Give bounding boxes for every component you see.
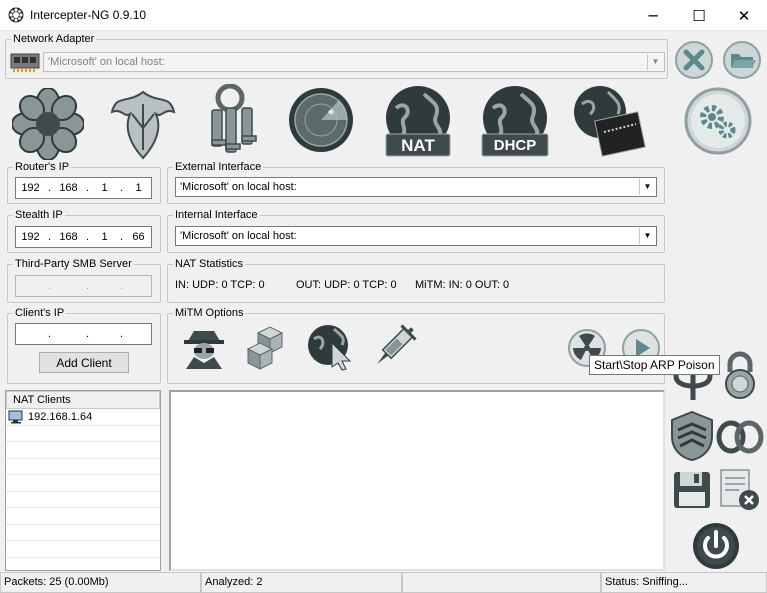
routers-ip-legend: Router's IP: [15, 161, 70, 173]
network-card-icon: [10, 53, 40, 72]
list-item: [6, 475, 160, 492]
stealth-ip-input[interactable]: 192. 168. 1. 66: [15, 226, 152, 248]
ip-octet: 192: [21, 231, 40, 243]
app-logo-icon: [8, 7, 24, 23]
window-title: Intercepter-NG 0.9.10: [30, 8, 147, 22]
smb-server-legend: Third-Party SMB Server: [15, 258, 132, 270]
stop-button[interactable]: [674, 40, 714, 80]
list-item: [6, 459, 160, 475]
padlock-icon[interactable]: [720, 350, 760, 400]
maximize-button[interactable]: ☐: [676, 0, 722, 31]
syringe-icon[interactable]: [368, 321, 420, 373]
nat-clients-header[interactable]: NAT Clients: [6, 391, 160, 409]
clients-ip-input[interactable]: ...: [15, 323, 152, 345]
add-client-button[interactable]: Add Client: [39, 352, 129, 373]
list-item: [6, 525, 160, 541]
status-analyzed: Analyzed: 2: [201, 572, 402, 593]
nat-stat-out: OUT: UDP: 0 TCP: 0: [296, 279, 397, 291]
phoenix-icon[interactable]: [108, 84, 178, 162]
keys-icon[interactable]: [204, 84, 266, 158]
list-item: [6, 492, 160, 508]
ip-octet: 66: [132, 231, 145, 243]
title-bar: Intercepter-NG 0.9.10 ─ ☐ ✕: [0, 0, 767, 31]
arp-poison-tooltip: Start\Stop ARP Poison: [589, 355, 720, 375]
clients-ip-legend: Client's IP: [15, 307, 65, 319]
shield-icon[interactable]: [668, 410, 716, 462]
rings-icon[interactable]: [716, 418, 764, 456]
status-text: Status: Sniffing...: [601, 572, 767, 593]
ip-octet: 1: [101, 231, 108, 243]
network-adapter-value: 'Microsoft' on local host:: [48, 56, 165, 68]
list-item: [6, 508, 160, 525]
log-output-area[interactable]: [169, 390, 665, 571]
ip-octet: 1: [101, 182, 108, 194]
network-terminal-icon[interactable]: [570, 82, 646, 160]
internal-interface-select[interactable]: 'Microsoft' on local host: ▼: [175, 226, 657, 246]
nat-clients-list: NAT Clients 192.168.1.64: [5, 390, 161, 571]
globe-cursor-icon[interactable]: [306, 323, 354, 371]
spy-icon[interactable]: [180, 323, 228, 371]
list-item: [6, 442, 160, 459]
ip-octet: 192: [21, 182, 40, 194]
ip-octet: 1: [135, 182, 142, 194]
network-adapter-legend: Network Adapter: [13, 33, 95, 45]
open-folder-button[interactable]: [722, 40, 762, 80]
chevron-down-icon: ▼: [647, 54, 663, 70]
network-adapter-select[interactable]: 'Microsoft' on local host: ▼: [43, 52, 665, 72]
computer-icon: [8, 410, 23, 424]
mitm-options-legend: MiTM Options: [175, 307, 244, 319]
radar-icon[interactable]: [287, 86, 355, 154]
minimize-button[interactable]: ─: [630, 0, 676, 31]
ip-octet: 168: [59, 231, 78, 243]
close-button[interactable]: ✕: [721, 0, 767, 31]
settings-gears-button[interactable]: [684, 87, 752, 155]
power-button[interactable]: [692, 522, 740, 570]
status-packets: Packets: 25 (0.00Mb): [0, 572, 201, 593]
clear-log-icon[interactable]: [719, 466, 761, 512]
flower-sniffer-icon[interactable]: [12, 88, 84, 160]
internal-interface-legend: Internal Interface: [175, 209, 258, 221]
cubes-icon[interactable]: [244, 323, 292, 371]
external-interface-select[interactable]: 'Microsoft' on local host: ▼: [175, 177, 657, 197]
nat-label: NAT: [401, 136, 435, 155]
nat-client-ip: 192.168.1.64: [28, 410, 93, 423]
nat-statistics-legend: NAT Statistics: [175, 258, 244, 270]
stealth-ip-legend: Stealth IP: [15, 209, 63, 221]
nat-stat-in: IN: UDP: 0 TCP: 0: [175, 279, 265, 291]
chevron-down-icon: ▼: [639, 179, 655, 195]
list-item: [6, 426, 160, 442]
external-interface-value: 'Microsoft' on local host:: [180, 181, 297, 193]
save-disk-icon[interactable]: [672, 470, 712, 510]
ip-octet: 168: [59, 182, 78, 194]
dhcp-label: DHCP: [493, 137, 537, 154]
routers-ip-input[interactable]: 192. 168. 1. 1: [15, 177, 152, 199]
external-interface-legend: External Interface: [175, 161, 262, 173]
smb-server-input[interactable]: ...: [15, 275, 152, 297]
list-item[interactable]: 192.168.1.64: [6, 409, 160, 426]
status-empty: [402, 572, 601, 593]
internal-interface-value: 'Microsoft' on local host:: [180, 230, 297, 242]
list-item: [6, 541, 160, 558]
chevron-down-icon: ▼: [639, 228, 655, 244]
nat-stat-mitm: MiTM: IN: 0 OUT: 0: [415, 279, 510, 291]
